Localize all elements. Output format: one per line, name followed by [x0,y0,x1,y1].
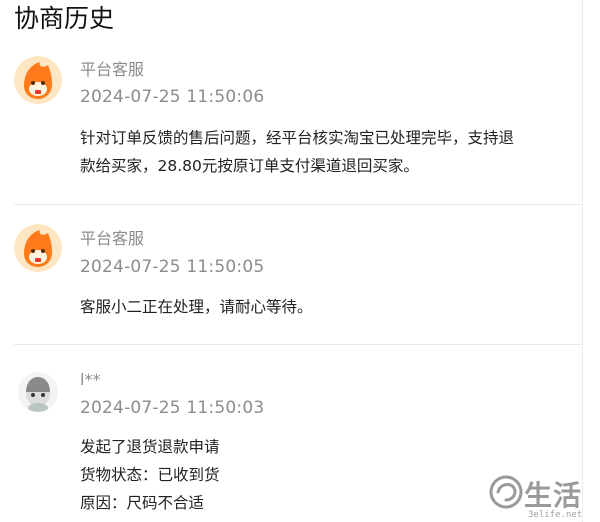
sender-name: l** [80,370,101,389]
sender-name: 平台客服 [80,229,145,248]
watermark-logo-icon [489,475,523,509]
message-timestamp: 2024-07-25 11:50:03 [80,398,265,418]
entry-divider [14,344,582,345]
watermark: 生活 3elife.net [488,472,600,522]
message-timestamp: 2024-07-25 11:50:05 [80,257,265,277]
watermark-text: 生活 [524,479,583,512]
platform-service-avatar-icon [14,56,62,104]
page-title: 协商历史 [14,4,115,33]
entry-divider [14,204,582,205]
sender-name: 平台客服 [80,60,145,79]
message-timestamp: 2024-07-25 11:50:06 [80,87,265,107]
message-line: 款给买家，28.80元按原订单支付渠道退回买家。 [80,157,419,175]
message-line: 客服小二正在处理，请耐心等待。 [80,298,313,316]
platform-service-avatar-icon [14,224,62,272]
message-body: 客服小二正在处理，请耐心等待。 [80,293,580,321]
watermark-subtext: 3elife.net [528,510,583,520]
message-line: 针对订单反馈的售后问题，经平台核实淘宝已处理完毕，支持退 [80,129,515,147]
message-body: 针对订单反馈的售后问题，经平台核实淘宝已处理完毕，支持退 款给买家，28.80元… [80,124,580,180]
right-border [582,0,583,522]
user-avatar-icon [18,372,58,412]
message-line: 发起了退货退款申请 [80,438,220,456]
